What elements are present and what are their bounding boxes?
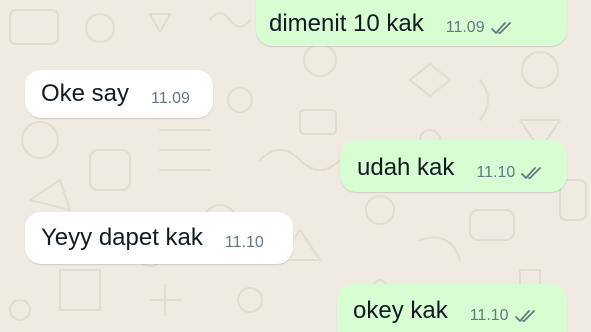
message-meta: 11.10 [470,307,537,325]
message-meta: 11.09 [151,90,190,108]
message-text: Oke say [41,80,130,107]
message-time: 11.10 [469,307,509,324]
message-meta: 11.10 [225,234,264,252]
message-meta: 11.09 [446,19,513,37]
message-bubble-outgoing[interactable]: dimenit 10 kak 11.09 [256,0,567,46]
message-text: Yeyy dapet kak [41,224,203,251]
double-check-icon [490,22,511,34]
message-time: 11.09 [151,90,190,107]
message-time: 11.10 [476,164,516,181]
double-check-icon [521,167,542,179]
message-time: 11.10 [224,234,264,251]
message-bubble-outgoing[interactable]: udah kak 11.10 [340,140,567,192]
message-bubble-incoming[interactable]: Yeyy dapet kak 11.10 [25,212,293,264]
double-check-icon [514,310,535,322]
message-text: dimenit 10 kak [269,10,424,37]
chat-messages: dimenit 10 kak 11.09 Oke say 11.09 udah … [0,0,591,332]
message-bubble-outgoing[interactable]: okey kak 11.10 [337,284,567,332]
message-text: okey kak [353,297,448,324]
message-time: 11.09 [445,19,485,36]
message-meta: 11.10 [476,164,543,182]
message-bubble-incoming[interactable]: Oke say 11.09 [25,70,213,118]
message-text: udah kak [357,154,455,181]
